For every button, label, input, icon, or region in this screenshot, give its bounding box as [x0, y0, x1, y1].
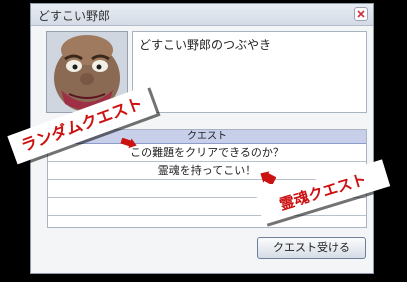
npc-speech-text: どすこい野郎のつぶやき — [139, 38, 272, 52]
accept-quest-button[interactable]: クエスト受ける — [257, 237, 366, 259]
window-title: どすこい野郎 — [38, 9, 111, 23]
quest-item[interactable]: この難題をクリアできるのか？ — [48, 144, 366, 162]
title-bar[interactable]: どすこい野郎 — [31, 4, 373, 26]
quest-item[interactable]: 霊魂を持ってこい！ — [48, 162, 366, 180]
spirit-quest-arrow-icon — [260, 171, 276, 184]
close-button[interactable] — [354, 7, 368, 21]
close-icon — [357, 10, 365, 18]
npc-speech-box: どすこい野郎のつぶやき — [132, 31, 367, 113]
random-quest-arrow-icon — [120, 138, 137, 149]
quest-item[interactable] — [48, 216, 366, 233]
